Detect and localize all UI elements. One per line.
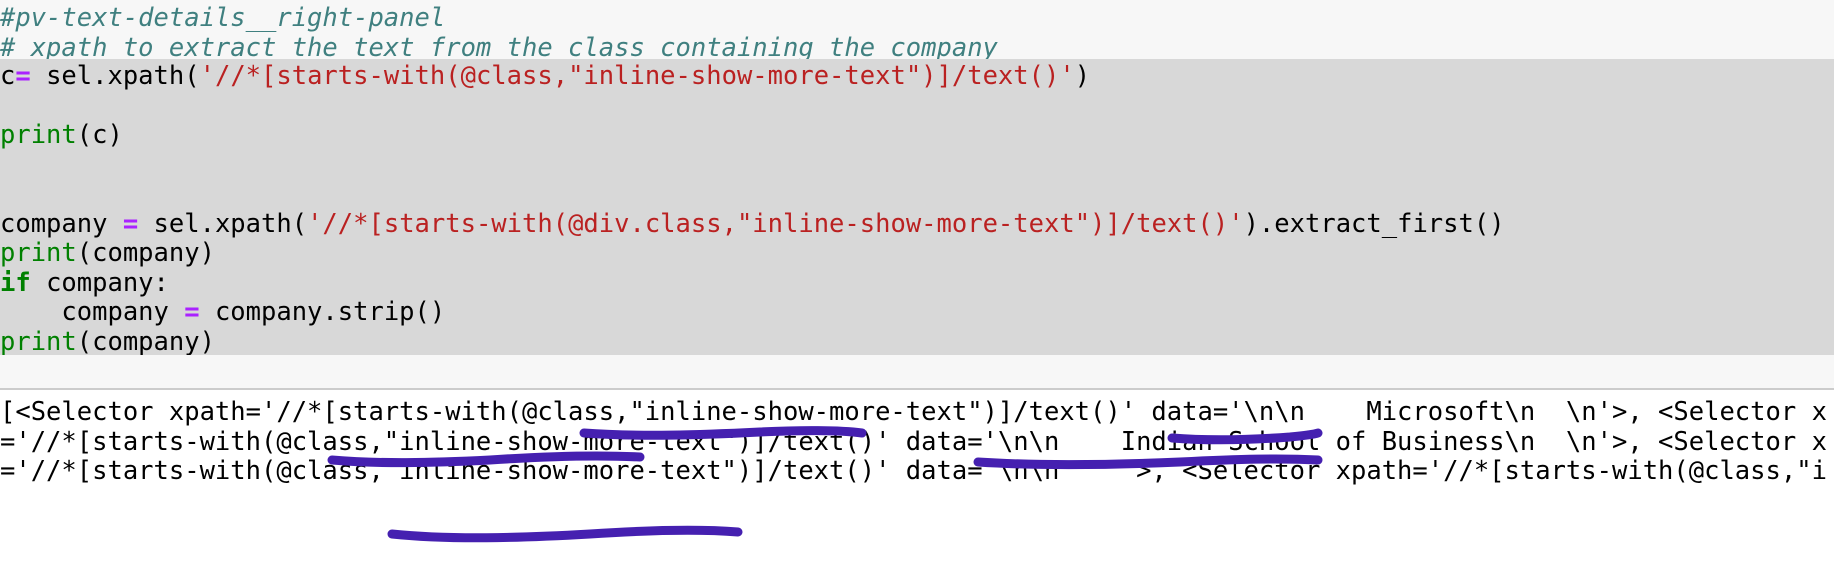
line-blank-1[interactable]: [0, 92, 1834, 122]
notebook-cell-screenshot: #pv-text-details__right-panel # xpath to…: [0, 0, 1834, 586]
line-company-strip-seg-2: company.strip(): [199, 297, 446, 327]
line-company-strip-seg-0: company: [0, 297, 185, 327]
line-print-company-1-seg-0: print: [0, 238, 77, 268]
line-company-assign-seg-3: '//*[starts-with(@div.class,"inline-show…: [307, 208, 1244, 239]
underline-inline-show-more-text-line3: [387, 525, 743, 543]
line-company-strip[interactable]: company = company.strip(): [0, 297, 1834, 328]
line-company-assign-seg-2: sel.xpath(: [138, 208, 308, 239]
output-line-4: [0, 487, 1834, 517]
line-company-assign[interactable]: company = sel.xpath('//*[starts-with(@di…: [0, 208, 1834, 240]
comment-block: #pv-text-details__right-panel # xpath to…: [0, 0, 1834, 63]
line-print-c[interactable]: print(c): [0, 120, 1834, 151]
line-company-assign-seg-4: ).extract_first(): [1243, 208, 1505, 239]
line-c-assign-seg-2: sel.xpath(: [30, 61, 200, 91]
comment-line-1: #pv-text-details__right-panel: [0, 3, 446, 33]
line-print-company-2-seg-1: (company): [76, 326, 215, 357]
output-line-3: ='//*[starts-with(@class,"inline-show-mo…: [0, 456, 1827, 486]
line-if-company-seg-0: if: [0, 267, 31, 298]
line-c-assign-seg-1: =: [15, 61, 31, 91]
cell-output-area: [<Selector xpath='//*[starts-with(@class…: [0, 397, 1834, 517]
cell-output-divider: [0, 388, 1834, 390]
line-company-assign-seg-0: company: [0, 208, 123, 239]
line-print-c-seg-1: (c): [76, 120, 123, 150]
line-print-company-2[interactable]: print(company): [0, 326, 1834, 358]
line-print-company-1-seg-1: (company): [76, 238, 215, 268]
line-if-company[interactable]: if company:: [0, 267, 1834, 299]
line-c-assign-seg-0: c: [0, 61, 16, 91]
line-c-assign[interactable]: c= sel.xpath('//*[starts-with(@class,"in…: [0, 61, 1834, 92]
line-print-company-2-seg-0: print: [0, 326, 77, 357]
cell-bottom-padding: [0, 355, 1834, 388]
line-print-company-1[interactable]: print(company): [0, 238, 1834, 269]
line-blank-3[interactable]: [0, 180, 1834, 210]
line-print-c-seg-0: print: [0, 120, 77, 150]
code-lines[interactable]: c= sel.xpath('//*[starts-with(@class,"in…: [0, 59, 1834, 357]
line-blank-2[interactable]: [0, 151, 1834, 181]
line-company-strip-seg-1: =: [184, 297, 200, 327]
line-company-assign-seg-1: =: [122, 208, 139, 239]
code-editor-area[interactable]: c= sel.xpath('//*[starts-with(@class,"in…: [0, 59, 1834, 357]
line-c-assign-seg-4: ): [1074, 61, 1091, 91]
line-c-assign-seg-3: '//*[starts-with(@class,"inline-show-mor…: [199, 61, 1075, 91]
output-line-2: ='//*[starts-with(@class,"inline-show-mo…: [0, 426, 1827, 457]
output-line-1: [<Selector xpath='//*[starts-with(@class…: [0, 397, 1827, 427]
line-if-company-seg-1: company:: [30, 267, 169, 298]
